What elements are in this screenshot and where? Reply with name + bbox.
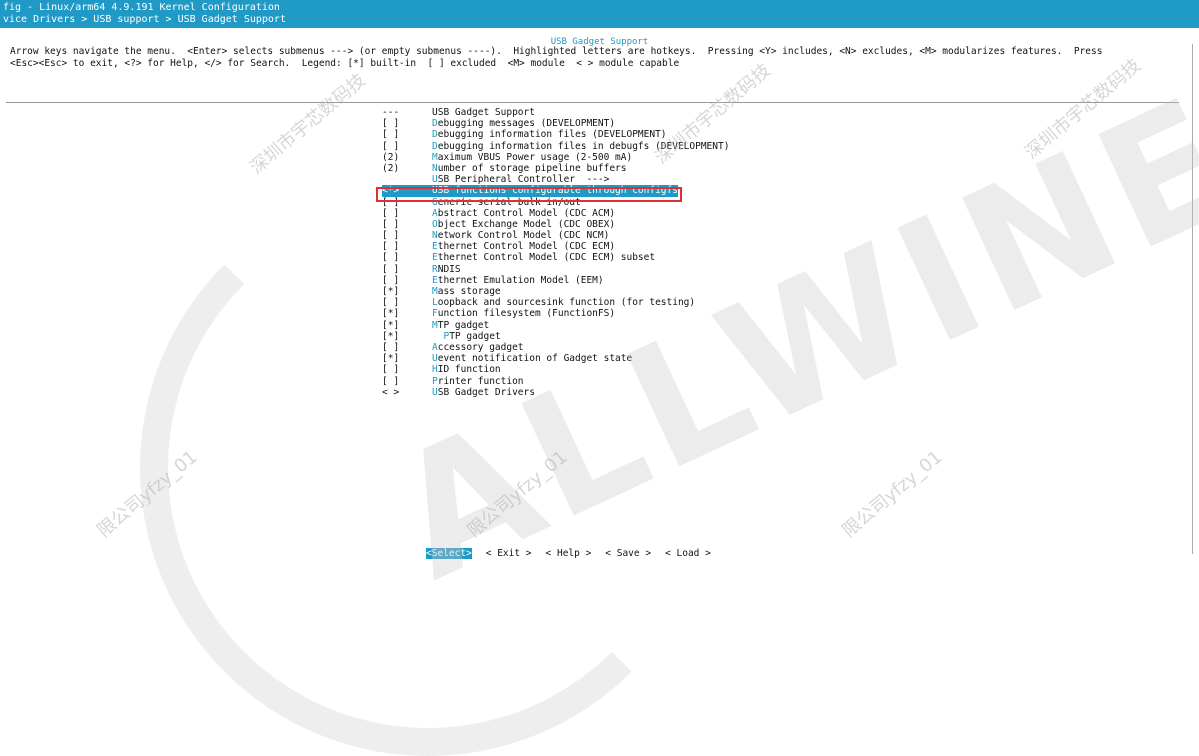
menu-item-marker: [*] [382, 286, 400, 297]
menu-item-label: thernet Control Model (CDC ECM) [437, 241, 616, 253]
menu-item-marker: [ ] [382, 140, 400, 152]
panel-separator [6, 102, 1179, 103]
menu-item-label: thernet Control Model (CDC ECM) subset [437, 252, 656, 264]
menu-item-label: USB Gadget Support [432, 107, 535, 118]
menu-item-label: thernet Emulation Model (EEM) [437, 274, 604, 286]
button-bar: <Select> < Exit > < Help > < Save > < Load > [426, 548, 725, 559]
menu-item-marker: (2) [382, 162, 400, 174]
menu-item-marker: [*] [382, 353, 400, 365]
menu-item[interactable]: --- USB Gadget Support [382, 107, 729, 118]
menu-item-marker: [ ] [382, 274, 400, 286]
menu-item[interactable]: [ ] Ethernet Control Model (CDC ECM) [382, 241, 729, 252]
menu-item[interactable]: [ ] Debugging messages (DEVELOPMENT) [382, 118, 729, 129]
menu-item[interactable]: (2) Number of storage pipeline buffers [382, 163, 729, 174]
menu-item[interactable]: [*] PTP gadget [382, 331, 729, 342]
menu-item-marker: [*] [382, 319, 400, 331]
panel-right-border [1192, 44, 1193, 554]
menu-item-label: oopback and sourcesink function (for tes… [437, 297, 696, 309]
menu-item[interactable]: [*] Function filesystem (FunctionFS) [382, 308, 729, 319]
menu-item[interactable]: [ ] Network Control Model (CDC NCM) [382, 230, 729, 241]
menu-item-marker: [ ] [382, 252, 400, 264]
menu-item[interactable]: [ ] Accessory gadget [382, 342, 729, 353]
menu-item-marker: [ ] [382, 207, 400, 219]
watermark-text: 限公司yfzy_01 [463, 446, 572, 542]
menu-item[interactable]: [ ] Object Exchange Model (CDC OBEX) [382, 219, 729, 230]
menu-item[interactable]: [ ] Ethernet Emulation Model (EEM) [382, 275, 729, 286]
menu-item[interactable]: [ ] Printer function [382, 376, 729, 387]
menu-item-label: bstract Control Model (CDC ACM) [437, 207, 616, 219]
menu-item[interactable]: [*] Uevent notification of Gadget state [382, 353, 729, 364]
button-save[interactable]: < Save > [605, 548, 651, 559]
menu-item-label: rinter function [437, 375, 524, 387]
watermark-text: 限公司yfzy_01 [838, 446, 947, 542]
menu-item[interactable]: [ ] Abstract Control Model (CDC ACM) [382, 208, 729, 219]
menu-item-label: bject Exchange Model (CDC OBEX) [437, 218, 616, 230]
menu-item-label: NDIS [437, 263, 461, 275]
config-menu: --- USB Gadget Support[ ] Debugging messag… [382, 107, 729, 398]
watermark-text: 深圳市宇芯数码技 [1021, 54, 1145, 164]
menu-item-label: event notification of Gadget state [437, 353, 633, 365]
help-line-1: Arrow keys navigate the menu. <Enter> se… [10, 46, 1103, 57]
menu-item-label: ebugging information files (DEVELOPMENT) [437, 129, 667, 141]
menu-item[interactable]: [ ] HID function [382, 364, 729, 375]
menu-item[interactable]: [ ] Debugging information files (DEVELOPM… [382, 129, 729, 140]
menu-item[interactable]: [*] MTP gadget [382, 320, 729, 331]
menu-item[interactable]: [*] Mass storage [382, 286, 729, 297]
menu-item-label: aximum VBUS Power usage (2-500 mA) [437, 151, 633, 163]
button-select[interactable]: <Select> [426, 548, 472, 559]
menu-item-marker: < > [382, 386, 400, 398]
menu-item-marker: [ ] [382, 241, 400, 253]
menu-item[interactable]: [ ] RNDIS [382, 264, 729, 275]
menu-item-marker: [ ] [382, 341, 400, 353]
menu-item-label: etwork Control Model (CDC NCM) [437, 230, 610, 242]
menu-item[interactable]: [ ] Ethernet Control Model (CDC ECM) subs… [382, 252, 729, 263]
help-text: Arrow keys navigate the menu. <Enter> se… [10, 46, 1102, 70]
menu-item[interactable]: (2) Maximum VBUS Power usage (2-500 mA) [382, 152, 729, 163]
button-help[interactable]: < Help > [546, 548, 592, 559]
window-title: fig - Linux/arm64 4.9.191 Kernel Configu… [3, 2, 280, 13]
menu-item-label: TP gadget [449, 330, 501, 342]
menu-item-marker: [*] [382, 308, 400, 320]
menu-item-label: ccessory gadget [437, 341, 524, 353]
menu-item[interactable]: [ ] Debugging information files in debugf… [382, 141, 729, 152]
menu-item-label: ID function [437, 364, 501, 376]
highlight-annotation-box [376, 187, 682, 202]
menu-item-label: TP gadget [437, 319, 490, 331]
menu-item-marker: --- [382, 107, 400, 118]
menu-item-marker: [ ] [382, 263, 400, 275]
menu-item[interactable]: [ ] Loopback and sourcesink function (for… [382, 297, 729, 308]
menu-item-marker: [ ] [382, 218, 400, 230]
help-line-2: <Esc><Esc> to exit, <?> for Help, </> fo… [10, 58, 680, 69]
menu-item-marker: [ ] [382, 230, 400, 242]
menu-item[interactable]: USB Peripheral Controller ---> [382, 174, 729, 185]
button-exit[interactable]: < Exit > [486, 548, 532, 559]
menu-item-marker: [ ] [382, 129, 400, 141]
menu-item-label: ebugging messages (DEVELOPMENT) [437, 118, 616, 130]
menu-item-label: SB Gadget Drivers [437, 386, 535, 398]
menu-item-label: umber of storage pipeline buffers [437, 162, 627, 174]
menu-item-marker: [ ] [382, 118, 400, 130]
menu-item-label: SB Peripheral Controller ---> [437, 174, 610, 186]
title-divider [300, 29, 1187, 30]
breadcrumb: vice Drivers > USB support > USB Gadget … [3, 14, 286, 25]
menu-item-label: unction filesystem (FunctionFS) [437, 308, 616, 320]
menu-item-marker: [*] [382, 330, 400, 342]
watermark-text: 限公司yfzy_01 [93, 446, 202, 542]
button-load[interactable]: < Load > [665, 548, 711, 559]
watermark-text: 深圳市宇芯数码技 [246, 69, 370, 179]
menu-item-label: ebugging information files in debugfs (D… [437, 140, 730, 152]
menu-item-marker: [ ] [382, 364, 400, 376]
menu-item-label: ass storage [437, 286, 501, 297]
menu-item[interactable]: < > USB Gadget Drivers [382, 387, 729, 398]
menu-item-marker: [ ] [382, 375, 400, 387]
menu-item-marker: [ ] [382, 297, 400, 309]
menu-item-marker: (2) [382, 151, 400, 163]
window-titlebar: fig - Linux/arm64 4.9.191 Kernel Configu… [0, 0, 1199, 30]
